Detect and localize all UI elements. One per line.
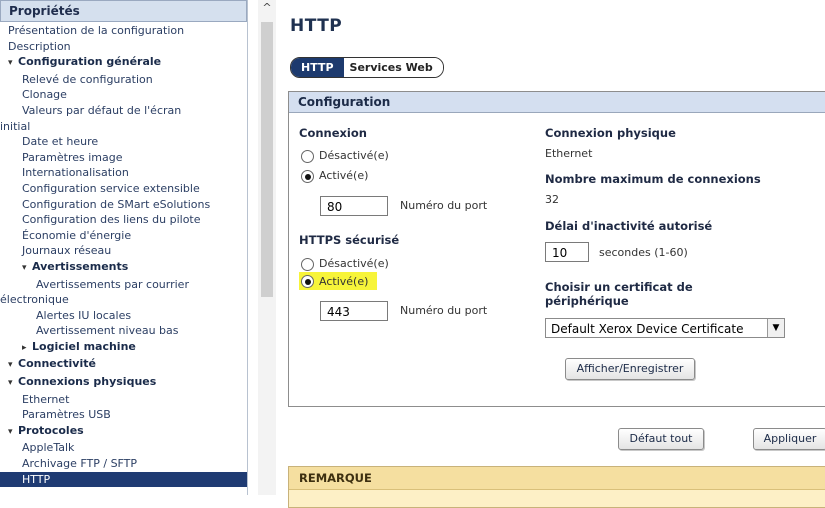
panel-title: Configuration: [289, 92, 825, 113]
tab-web-services[interactable]: Services Web: [343, 58, 443, 77]
sidebar-item-internationalization[interactable]: Internationalisation: [0, 165, 247, 181]
sidebar-item-screen-defaults[interactable]: Valeurs par défaut de l'écran: [0, 103, 247, 119]
certificate-select-value: Default Xerox Device Certificate: [551, 322, 744, 336]
sidebar-item-email-warnings[interactable]: Avertissements par courrier: [0, 277, 247, 293]
connection-enabled-label: Activé(e): [319, 169, 369, 182]
chevron-down-icon: ▾: [22, 262, 27, 273]
chevron-down-icon: ▾: [8, 360, 13, 371]
https-port-input[interactable]: 443: [320, 301, 388, 321]
https-port-label: Numéro du port: [400, 304, 488, 317]
tab-bar: HTTP Services Web: [290, 57, 444, 78]
sidebar-item-ethernet[interactable]: Ethernet: [0, 392, 247, 408]
connection-heading: Connexion: [299, 126, 367, 140]
sidebar-section-machine-software[interactable]: ▸ Logiciel machine: [0, 339, 247, 357]
sidebar-item-cloning[interactable]: Clonage: [0, 87, 247, 103]
sidebar-item-screen-defaults-wrap[interactable]: initial: [0, 119, 247, 135]
connection-enabled-radio[interactable]: [301, 170, 314, 183]
sidebar-section-label: Protocoles: [18, 423, 84, 437]
https-heading: HTTPS sécurisé: [299, 233, 400, 247]
note-title: REMARQUE: [289, 467, 825, 490]
page-title: HTTP: [290, 16, 343, 36]
max-connections-value: 32: [545, 193, 559, 206]
sidebar-section-label: Avertissements: [32, 259, 129, 273]
http-port-input[interactable]: 80: [320, 196, 388, 216]
sidebar-item-description[interactable]: Description: [0, 39, 247, 55]
sidebar-section-label: Connectivité: [18, 357, 96, 371]
connection-disabled-radio[interactable]: [301, 150, 314, 163]
note-panel: REMARQUE: [288, 466, 825, 508]
sidebar-section-warnings[interactable]: ▾ Avertissements: [0, 259, 247, 277]
sidebar-item-date-time[interactable]: Date et heure: [0, 134, 247, 150]
certificate-heading: Choisir un certificat de: [545, 280, 693, 294]
sidebar-section-label: Connexions physiques: [18, 375, 157, 389]
https-enabled-radio[interactable]: [301, 275, 314, 288]
sidebar-item-email-warnings-wrap[interactable]: électronique: [0, 292, 247, 308]
sidebar-item-smart-esolutions[interactable]: Configuration de SMart eSolutions: [0, 197, 247, 213]
configuration-panel: Configuration Connexion Désactivé(e) Act…: [288, 91, 825, 407]
sidebar-section-label: Logiciel machine: [32, 339, 136, 353]
https-disabled-radio[interactable]: [301, 258, 314, 271]
certificate-select[interactable]: Default Xerox Device Certificate ▼: [545, 318, 785, 338]
properties-sidebar: Propriétés Présentation de la configurat…: [0, 0, 248, 495]
connection-disabled-label: Désactivé(e): [319, 149, 389, 162]
https-disabled-label: Désactivé(e): [319, 257, 389, 270]
chevron-down-icon: ▾: [8, 378, 13, 389]
scrollbar-thumb[interactable]: [261, 22, 273, 297]
sidebar-section-physical-connections[interactable]: ▾ Connexions physiques: [0, 374, 247, 392]
physical-connection-value: Ethernet: [545, 147, 593, 160]
sidebar-item-energy-saving[interactable]: Économie d'énergie: [0, 228, 247, 244]
chevron-down-icon[interactable]: ▼: [767, 319, 784, 337]
sidebar-item-extensible-service[interactable]: Configuration service extensible: [0, 181, 247, 197]
timeout-input[interactable]: 10: [545, 242, 589, 262]
timeout-unit-label: secondes (1-60): [599, 246, 688, 259]
sidebar-item-image-settings[interactable]: Paramètres image: [0, 150, 247, 166]
sidebar-item-low-level-warning[interactable]: Avertissement niveau bas: [0, 323, 247, 339]
certificate-heading-line2: périphérique: [545, 294, 629, 308]
sidebar-section-general-config[interactable]: ▾ Configuration générale: [0, 54, 247, 72]
timeout-heading: Délai d'inactivité autorisé: [545, 219, 713, 233]
chevron-down-icon: ▾: [8, 426, 13, 437]
reset-all-button[interactable]: Défaut tout: [618, 428, 704, 450]
sidebar-scrollbar[interactable]: ^: [258, 0, 276, 495]
sidebar-item-network-logs[interactable]: Journaux réseau: [0, 243, 247, 259]
physical-connection-heading: Connexion physique: [545, 126, 676, 140]
main-content: HTTP HTTP Services Web Configuration Con…: [288, 0, 825, 508]
sidebar-item-ftp-archive[interactable]: Archivage FTP / SFTP: [0, 456, 247, 472]
sidebar-item-local-ui-alerts[interactable]: Alertes IU locales: [0, 308, 247, 324]
sidebar-section-label: Configuration générale: [18, 55, 162, 69]
tab-http[interactable]: HTTP: [291, 58, 344, 77]
sidebar-section-protocols[interactable]: ▾ Protocoles: [0, 423, 247, 441]
view-save-button[interactable]: Afficher/Enregistrer: [565, 358, 695, 380]
sidebar-header: Propriétés: [0, 0, 247, 22]
sidebar-item-config-report[interactable]: Relevé de configuration: [0, 72, 247, 88]
https-enabled-label: Activé(e): [319, 275, 369, 288]
sidebar-section-connectivity[interactable]: ▾ Connectivité: [0, 356, 247, 374]
sidebar-item-config-overview[interactable]: Présentation de la configuration: [0, 23, 247, 39]
max-connections-heading: Nombre maximum de connexions: [545, 172, 761, 186]
apply-button[interactable]: Appliquer: [753, 428, 825, 450]
sidebar-item-http[interactable]: HTTP: [0, 471, 247, 488]
sidebar-item-usb-settings[interactable]: Paramètres USB: [0, 407, 247, 423]
sidebar-item-appletalk[interactable]: AppleTalk: [0, 440, 247, 456]
chevron-right-icon: ▸: [22, 342, 27, 353]
chevron-down-icon: ▾: [8, 58, 13, 69]
http-port-label: Numéro du port: [400, 199, 488, 212]
sidebar-item-driver-links[interactable]: Configuration des liens du pilote: [0, 212, 247, 228]
scroll-up-icon[interactable]: ^: [258, 0, 276, 16]
